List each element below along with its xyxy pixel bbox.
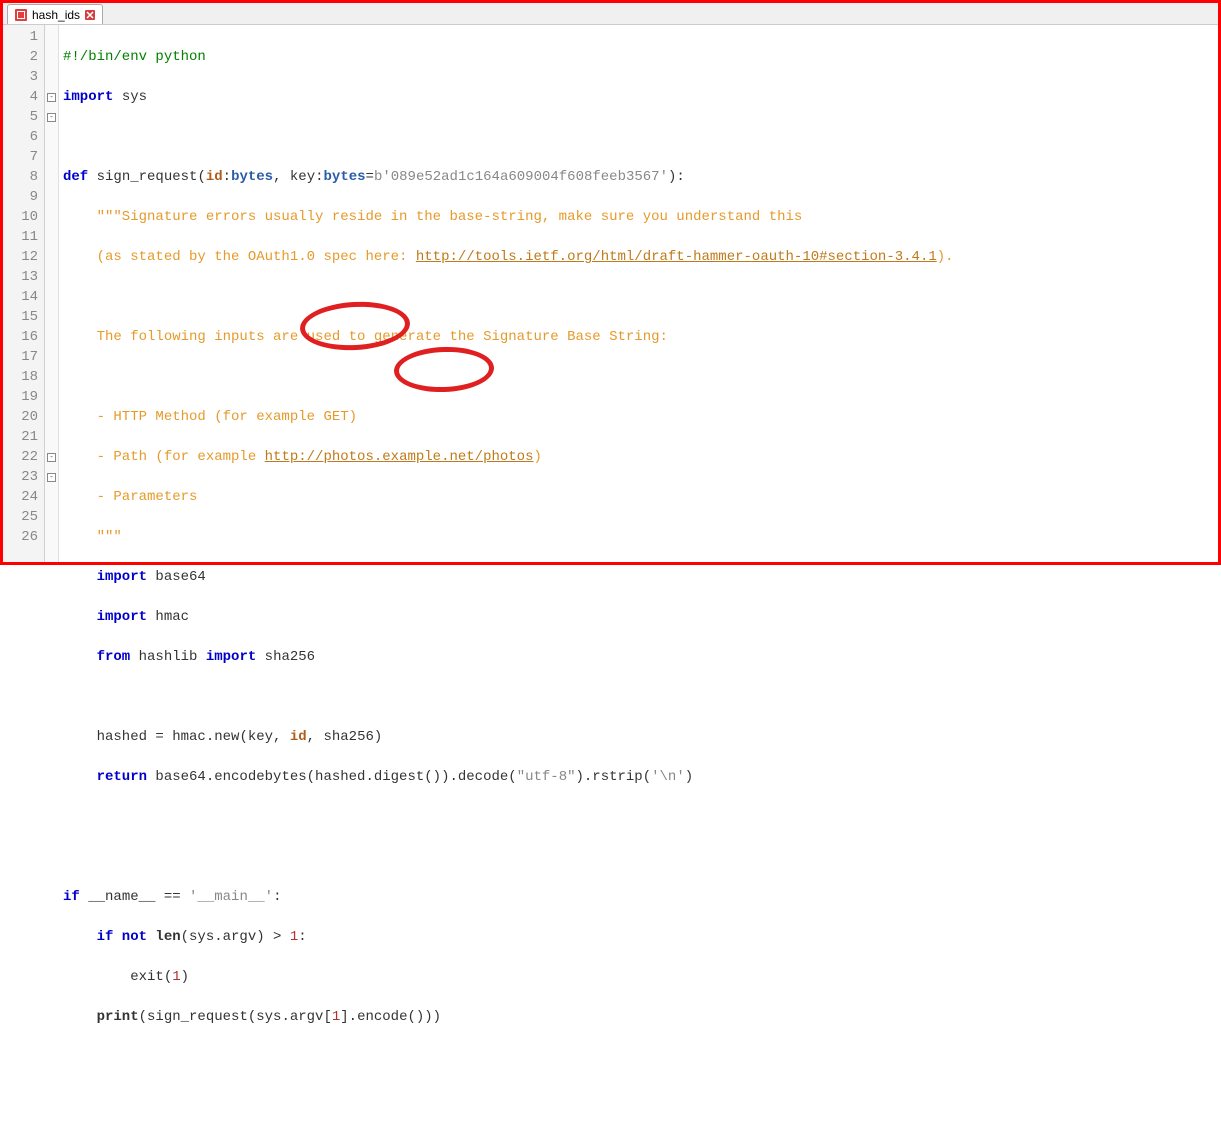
- code-editor[interactable]: 1 2 3 4 5 6 7 8 9 10 11 12 13 14 15 16 1…: [3, 25, 1218, 562]
- line-number: 1: [5, 27, 38, 47]
- code-line: [63, 127, 1214, 147]
- line-number: 20: [5, 407, 38, 427]
- file-icon: [14, 8, 28, 22]
- line-number: 13: [5, 267, 38, 287]
- code-line: return base64.encodebytes(hashed.digest(…: [63, 767, 1214, 787]
- file-tab-hash-ids[interactable]: hash_ids: [7, 4, 103, 24]
- line-number: 14: [5, 287, 38, 307]
- tab-filename: hash_ids: [32, 8, 80, 22]
- line-number: 18: [5, 367, 38, 387]
- code-line: (as stated by the OAuth1.0 spec here: ht…: [63, 247, 1214, 267]
- tab-bar: hash_ids: [3, 3, 1218, 25]
- code-line: print(sign_request(sys.argv[1].encode())…: [63, 1007, 1214, 1027]
- code-line: [63, 807, 1214, 827]
- line-number: 12: [5, 247, 38, 267]
- line-number: 15: [5, 307, 38, 327]
- editor-window: hash_ids 1 2 3 4 5 6 7 8 9 10 11 12 13 1…: [0, 0, 1221, 565]
- line-number: 26: [5, 527, 38, 547]
- line-number: 9: [5, 187, 38, 207]
- code-line: - HTTP Method (for example GET): [63, 407, 1214, 427]
- code-line: [63, 287, 1214, 307]
- code-line: def sign_request(id:bytes, key:bytes=b'0…: [63, 167, 1214, 187]
- code-line: exit(1): [63, 967, 1214, 987]
- code-line: hashed = hmac.new(key, id, sha256): [63, 727, 1214, 747]
- code-line: if __name__ == '__main__':: [63, 887, 1214, 907]
- code-line: [63, 367, 1214, 387]
- line-number: 3: [5, 67, 38, 87]
- line-number: 22: [5, 447, 38, 467]
- line-number: 25: [5, 507, 38, 527]
- fold-toggle-icon[interactable]: -: [47, 113, 56, 122]
- code-line: """: [63, 527, 1214, 547]
- fold-toggle-icon[interactable]: -: [47, 93, 56, 102]
- fold-toggle-icon[interactable]: -: [47, 453, 56, 462]
- code-line: import hmac: [63, 607, 1214, 627]
- close-icon[interactable]: [84, 9, 96, 21]
- line-number: 17: [5, 347, 38, 367]
- code-line: import sys: [63, 87, 1214, 107]
- line-number: 2: [5, 47, 38, 67]
- code-line: - Path (for example http://photos.exampl…: [63, 447, 1214, 467]
- code-line: - Parameters: [63, 487, 1214, 507]
- code-line: import base64: [63, 567, 1214, 587]
- code-line: if not len(sys.argv) > 1:: [63, 927, 1214, 947]
- line-number: 16: [5, 327, 38, 347]
- line-number-gutter: 1 2 3 4 5 6 7 8 9 10 11 12 13 14 15 16 1…: [3, 25, 45, 562]
- code-area[interactable]: #!/bin/env python import sys def sign_re…: [59, 25, 1218, 562]
- code-line: """Signature errors usually reside in th…: [63, 207, 1214, 227]
- fold-toggle-icon[interactable]: -: [47, 473, 56, 482]
- line-number: 7: [5, 147, 38, 167]
- line-number: 4: [5, 87, 38, 107]
- line-number: 19: [5, 387, 38, 407]
- line-number: 5: [5, 107, 38, 127]
- fold-column: - - - -: [45, 25, 59, 562]
- code-line: The following inputs are used to generat…: [63, 327, 1214, 347]
- line-number: 24: [5, 487, 38, 507]
- code-line: [63, 847, 1214, 867]
- line-number: 11: [5, 227, 38, 247]
- code-line: from hashlib import sha256: [63, 647, 1214, 667]
- code-line: [63, 687, 1214, 707]
- code-line: #!/bin/env python: [63, 47, 1214, 67]
- code-line: [63, 1047, 1214, 1067]
- line-number: 6: [5, 127, 38, 147]
- line-number: 21: [5, 427, 38, 447]
- line-number: 8: [5, 167, 38, 187]
- line-number: 23: [5, 467, 38, 487]
- line-number: 10: [5, 207, 38, 227]
